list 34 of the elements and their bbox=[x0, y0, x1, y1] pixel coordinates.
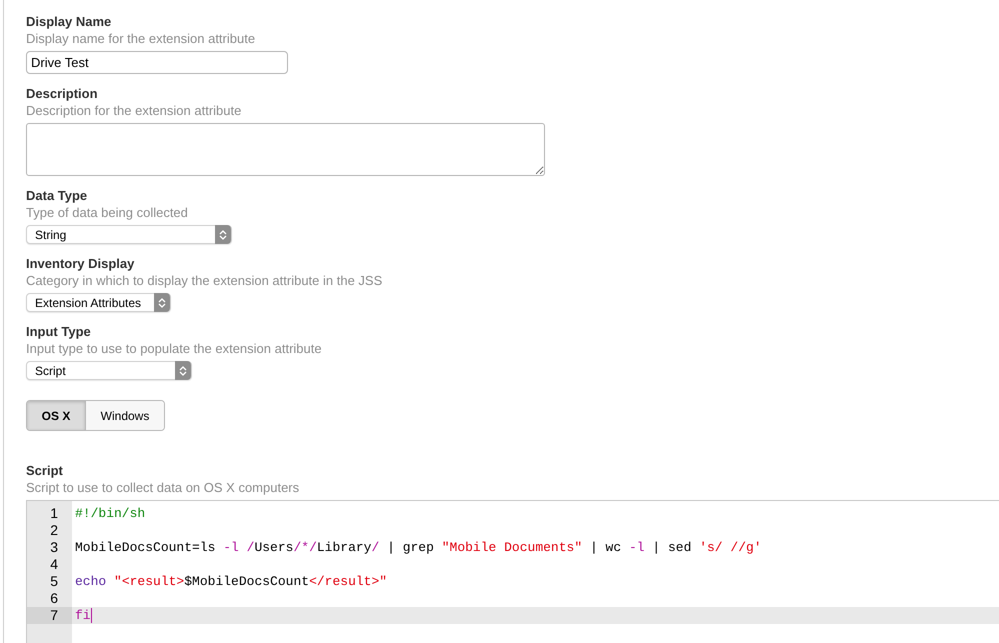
text-input-field[interactable]: Drive Test bbox=[26, 51, 288, 74]
code-line: #!/bin/sh bbox=[74, 505, 146, 522]
line-number: 2 bbox=[49, 522, 59, 539]
line-number: 1 bbox=[49, 505, 59, 522]
code-line: MobileDocsCount=ls -l /Users/*/Library/ | grep "Mobile Documents" | wc -l | sed 's/ //g' bbox=[74, 539, 762, 556]
field-label: Data Type bbox=[26, 188, 88, 204]
field-label: Inventory Display bbox=[26, 256, 136, 272]
code-line: fi bbox=[74, 607, 92, 624]
field-label: Script bbox=[26, 463, 64, 479]
code-line: echo "<result>$MobileDocsCount</result>" bbox=[74, 573, 388, 590]
field-hint: Display name for the extension attribute bbox=[26, 30, 256, 48]
field-hint: Category in which to display the extension attribute in the JSS bbox=[26, 272, 384, 290]
field-label: Description bbox=[26, 86, 99, 102]
line-number: 7 bbox=[27, 607, 72, 624]
select-dropdown[interactable]: Extension Attributes bbox=[26, 293, 171, 312]
line-number: 3 bbox=[49, 539, 59, 556]
field-label: Input Type bbox=[26, 324, 92, 340]
field-hint: Input type to use to populate the extension attribute bbox=[26, 340, 323, 358]
field-label: Display Name bbox=[26, 14, 112, 30]
up-down-chevron-icon bbox=[179, 364, 187, 376]
text-cursor bbox=[90, 608, 92, 623]
up-down-chevron-icon bbox=[158, 296, 166, 308]
field-hint: Type of data being collected bbox=[26, 204, 189, 222]
platform-tab[interactable]: OS X bbox=[27, 401, 86, 430]
line-number: 5 bbox=[49, 573, 59, 590]
field-hint: Script to use to collect data on OS X computers bbox=[26, 479, 300, 497]
up-down-chevron-icon bbox=[219, 228, 227, 240]
select-dropdown[interactable]: Script bbox=[26, 361, 192, 380]
select-dropdown[interactable]: String bbox=[26, 225, 232, 244]
textarea-field[interactable] bbox=[26, 123, 545, 176]
field-hint: Description for the extension attribute bbox=[26, 102, 242, 120]
line-number: 4 bbox=[49, 556, 59, 573]
line-number: 6 bbox=[49, 590, 59, 607]
platform-tab[interactable]: Windows bbox=[86, 401, 164, 430]
